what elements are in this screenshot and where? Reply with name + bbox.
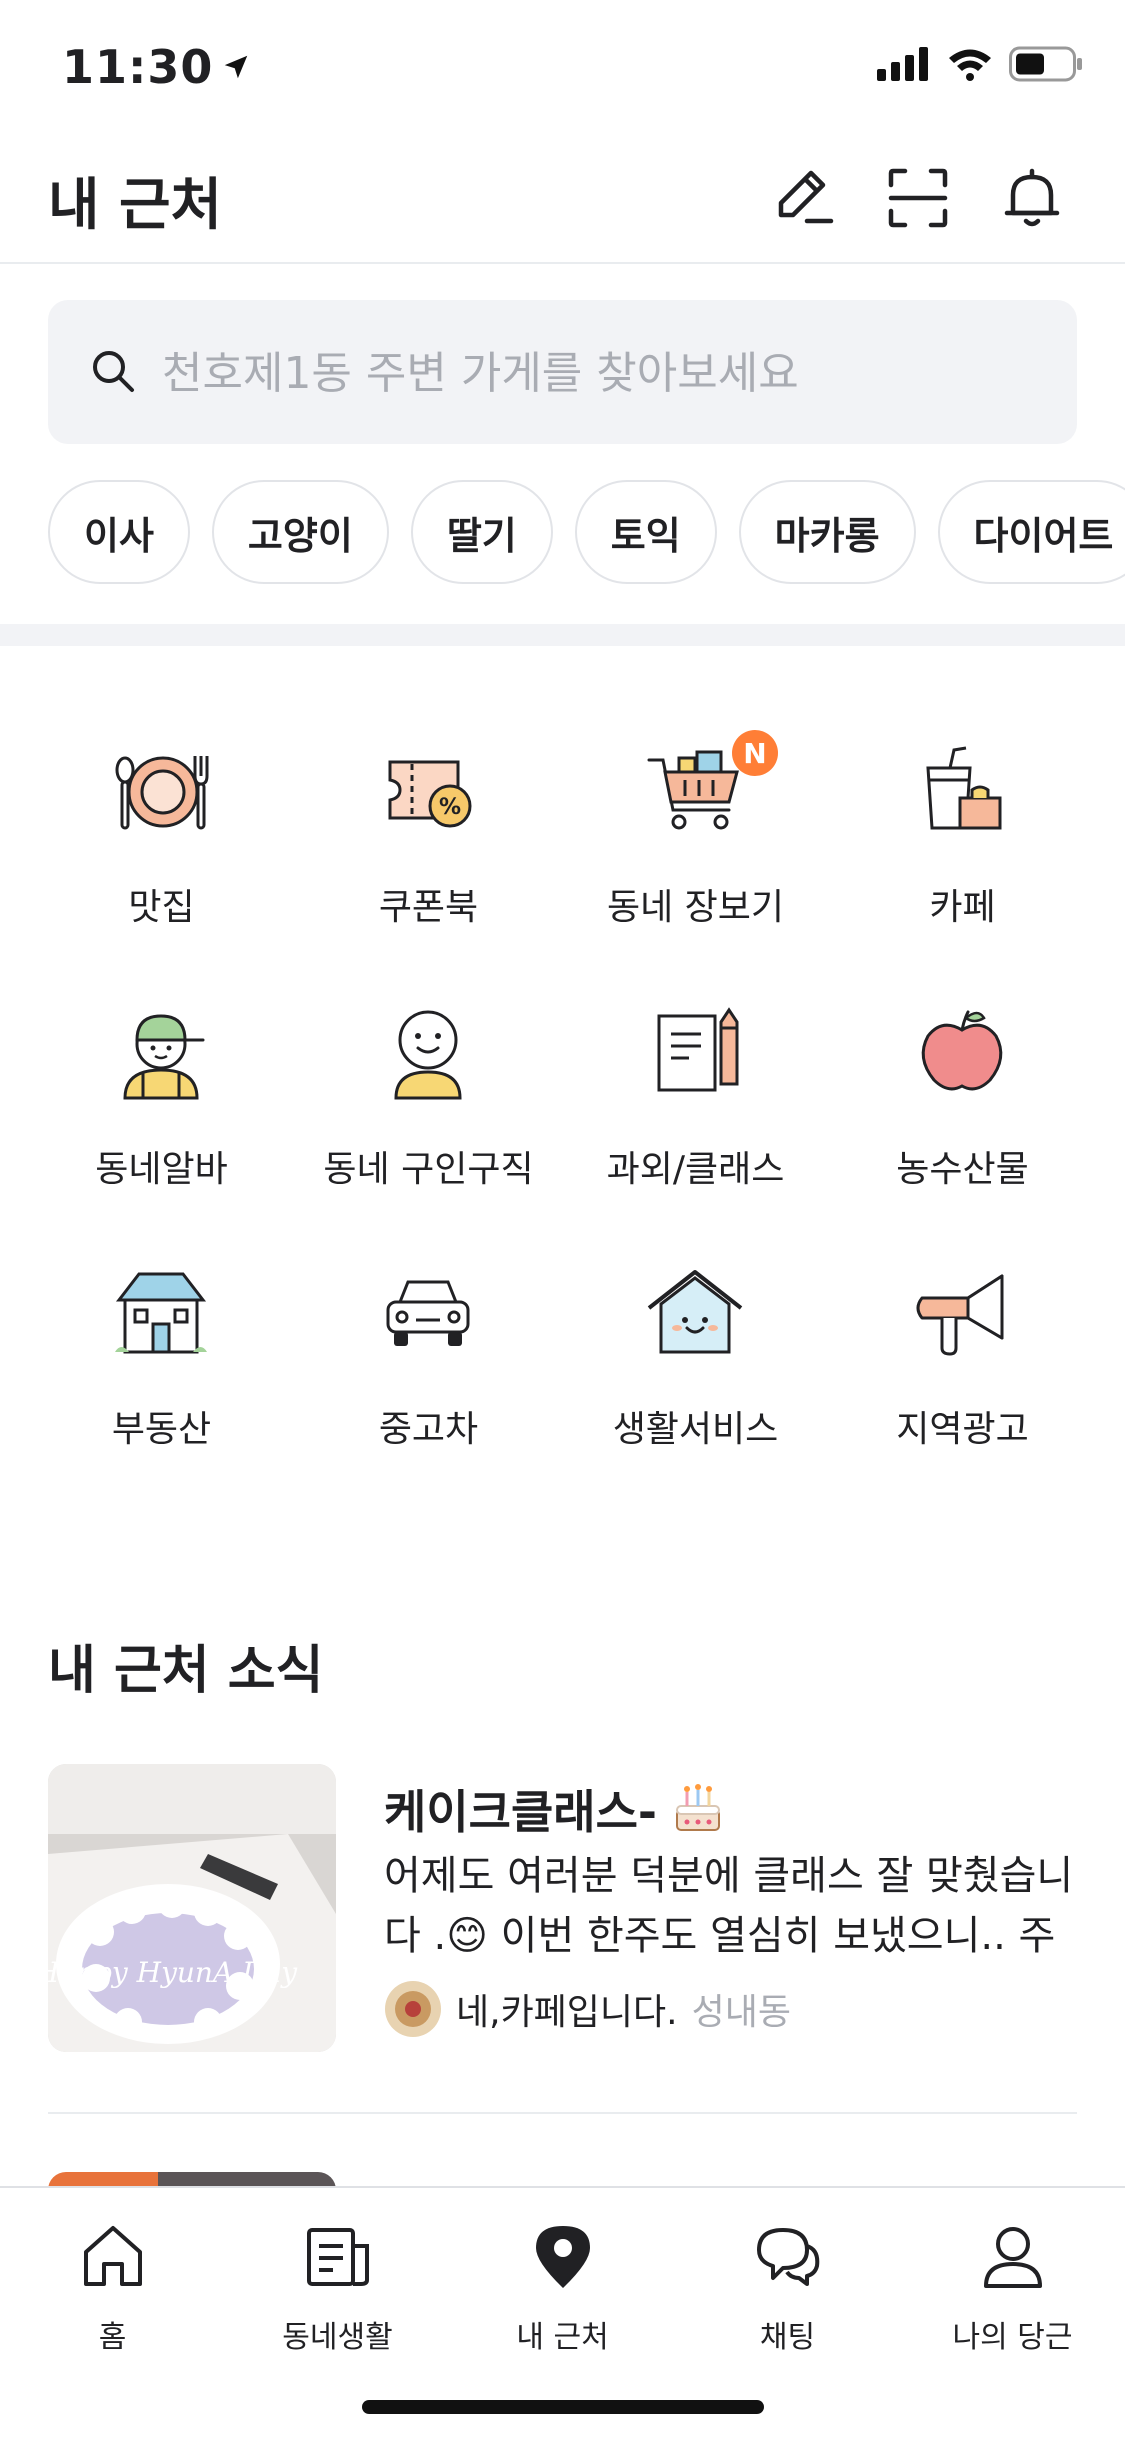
category-label: 카페	[929, 887, 996, 928]
battery-icon	[1009, 46, 1082, 82]
category-coupon[interactable]: % 쿠폰북	[295, 740, 562, 960]
category-label: 동네 구인구직	[323, 1149, 534, 1190]
scan-icon	[888, 168, 948, 228]
tab-label: 내 근처	[516, 2320, 609, 2355]
new-badge: N	[732, 730, 778, 776]
tab-label: 채팅	[759, 2320, 816, 2355]
page-title: 내 근처	[48, 173, 223, 238]
category-label: 농수산물	[896, 1149, 1029, 1190]
category-label: 동네알바	[95, 1149, 228, 1190]
cart-icon	[647, 750, 739, 830]
news-footer: 네,카페입니다. 성내동	[384, 1980, 791, 2038]
category-class[interactable]: 과외/클래스	[562, 1002, 829, 1222]
status-indicators	[877, 46, 1083, 82]
store-avatar	[385, 1981, 441, 2037]
tab-community[interactable]: 동네생활	[225, 2212, 450, 2362]
status-time: 11:30	[62, 40, 251, 94]
search-bar[interactable]	[48, 300, 1077, 444]
news-body: 어제도 여러분 덕분에 클래스 잘 맞췄습니다 .😊 이번 한주도 열심히 보냈…	[384, 1853, 1074, 1959]
category-label: 과외/클래스	[606, 1149, 785, 1190]
svg-text:%: %	[439, 795, 461, 820]
write-button[interactable]	[768, 162, 840, 234]
search-input[interactable]	[160, 336, 1044, 410]
category-matjip[interactable]: 맛집	[28, 740, 295, 960]
status-bar: 11:30	[0, 0, 1125, 140]
keyword-chip[interactable]: 다이어트	[937, 480, 1125, 584]
category-realestate[interactable]: 부동산	[28, 1262, 295, 1482]
worker-icon	[123, 1014, 205, 1100]
category-label: 쿠폰북	[378, 887, 479, 928]
cake-icon	[676, 1784, 721, 1831]
bell-icon	[1004, 168, 1060, 227]
coupon-icon: %	[388, 760, 472, 828]
category-label: 지역광고	[896, 1409, 1029, 1450]
news-card[interactable]: Happy HyunA Day 케이크클래스- 어제도 여러분 덕분에 클래스 …	[48, 1764, 1077, 2054]
tab-label: 홈	[98, 2320, 127, 2355]
keyword-chip[interactable]: 딸기	[410, 480, 553, 584]
keyword-chips: 이사 고양이 딸기 토익 마카롱 다이어트	[48, 480, 1125, 590]
scan-button[interactable]	[882, 162, 954, 234]
home-indicator[interactable]	[362, 2400, 764, 2414]
apple-icon	[921, 1010, 1003, 1091]
plate-icon	[115, 756, 209, 830]
location-arrow-icon	[225, 55, 248, 79]
notification-button[interactable]	[996, 162, 1068, 234]
notebook-pencil-icon	[657, 1007, 739, 1092]
home-icon	[84, 2226, 142, 2286]
community-icon	[307, 2228, 369, 2286]
tab-label: 나의 당근	[952, 2320, 1073, 2355]
chat-icon	[757, 2228, 820, 2286]
search-icon	[93, 351, 134, 392]
category-cafe[interactable]: 카페	[829, 740, 1096, 960]
app-header: 내 근처	[0, 140, 1125, 264]
keyword-chip[interactable]: 이사	[48, 480, 190, 584]
news-thumbnail: Happy HyunA Day	[48, 1764, 336, 2052]
category-localad[interactable]: 지역광고	[829, 1262, 1096, 1482]
megaphone-icon	[916, 1274, 1004, 1356]
category-lifeservice[interactable]: 생활서비스	[562, 1262, 829, 1482]
signal-icon	[877, 47, 928, 81]
location-pin-icon	[536, 2226, 590, 2288]
building-icon	[115, 1272, 207, 1354]
tab-my[interactable]: 나의 당근	[900, 2212, 1125, 2362]
category-label: 중고차	[378, 1409, 479, 1450]
thumbnail-cake-text: Happy HyunA Day	[48, 1956, 298, 1989]
tab-label: 동네생활	[282, 2320, 393, 2355]
keyword-chip[interactable]: 토익	[574, 480, 717, 584]
wifi-icon	[949, 49, 991, 81]
keyword-chip[interactable]: 고양이	[211, 480, 389, 584]
tab-nearby[interactable]: 내 근처	[450, 2212, 675, 2362]
house-icon	[647, 1270, 743, 1354]
category-parttime[interactable]: 동네알바	[28, 1002, 295, 1222]
tab-home[interactable]: 홈	[0, 2212, 225, 2362]
person-icon	[984, 2227, 1042, 2288]
category-usedcar[interactable]: 중고차	[295, 1262, 562, 1482]
category-label: 맛집	[128, 887, 195, 928]
news-title: 케이크클래스-	[384, 1776, 725, 1842]
pencil-icon	[778, 170, 834, 224]
category-grocery[interactable]: N 동네 장보기	[562, 730, 829, 960]
car-icon	[386, 1280, 470, 1346]
category-label: 부동산	[111, 1409, 212, 1450]
tab-chat[interactable]: 채팅	[675, 2212, 900, 2362]
store-name: 네,카페입니다.	[456, 1992, 678, 2033]
category-farm[interactable]: 농수산물	[829, 1002, 1096, 1222]
keyword-chip[interactable]: 마카롱	[738, 480, 916, 584]
category-label: 동네 장보기	[606, 887, 785, 928]
store-location: 성내동	[691, 1992, 791, 2033]
category-label: 생활서비스	[612, 1409, 779, 1450]
smiley-person-icon	[394, 1010, 462, 1100]
list-divider	[48, 2112, 1077, 2114]
section-title: 내 근처 소식	[48, 1641, 324, 1701]
cafe-cup-icon	[926, 746, 1002, 830]
section-divider	[0, 624, 1125, 646]
category-jobs[interactable]: 동네 구인구직	[295, 1002, 562, 1222]
